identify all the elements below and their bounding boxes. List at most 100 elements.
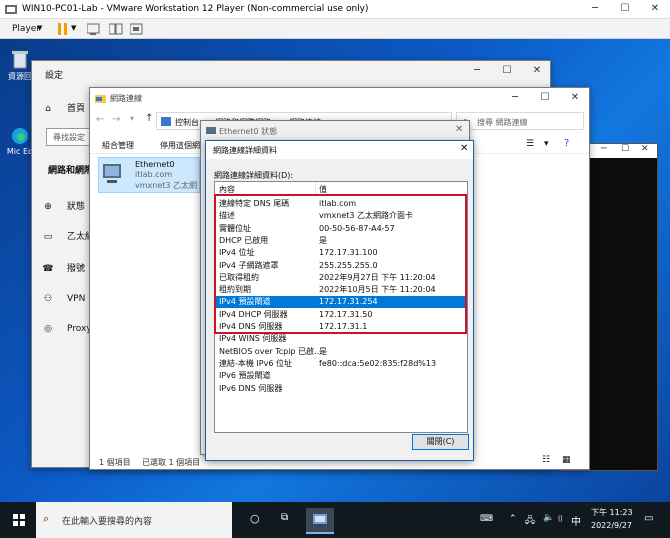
- close-button[interactable]: ✕: [560, 88, 590, 108]
- maximize-button[interactable]: ☐: [621, 144, 629, 154]
- close-button[interactable]: ✕: [522, 61, 552, 81]
- maximize-button[interactable]: ☐: [530, 88, 560, 108]
- details-titlebar: 網路連線詳細資料 ✕: [206, 141, 473, 159]
- adapter-ethernet0[interactable]: Ethernet0 itlab.com vmxnet3 乙太網: [98, 157, 200, 193]
- status-item-count: 1 個項目: [99, 458, 131, 467]
- netconn-title: 網路連線: [110, 94, 142, 103]
- adapter-network: itlab.com: [135, 170, 173, 179]
- settings-title: 設定: [45, 71, 64, 81]
- chevron-down-icon[interactable]: ▾: [130, 114, 134, 123]
- taskbar: ⌕ 在此輸入要搜尋的內容 ○ ⧉ ⌨ ⌃ 🖧 🔈 ⌷ 中 下午 11:23 20…: [0, 502, 670, 538]
- details-row-property: IPv6 DNS 伺服器: [219, 383, 283, 393]
- chevron-down-icon[interactable]: ▼: [71, 24, 76, 32]
- ethernet-icon: ▭: [43, 232, 53, 242]
- details-row-property: IPv4 WINS 伺服器: [219, 334, 287, 344]
- minimize-button[interactable]: ─: [462, 61, 492, 81]
- organize-button[interactable]: 組合管理: [102, 140, 134, 151]
- back-arrow-icon[interactable]: ←: [96, 114, 104, 125]
- sidebar-item-ethernet[interactable]: ▭ 乙太網: [32, 227, 94, 247]
- status-selected-count: 已選取 1 個項目: [142, 458, 201, 467]
- large-icons-view-icon[interactable]: ▦: [562, 455, 571, 465]
- close-button[interactable]: ✕: [640, 0, 670, 19]
- details-row-property: 連結-本機 IPv6 位址: [219, 358, 292, 368]
- netconn-search-input[interactable]: ⌕ 搜尋 網路連線: [456, 112, 584, 130]
- breadcrumb-item[interactable]: 控制台: [175, 117, 199, 128]
- ethernet-status-title: Ethernet0 狀態: [219, 127, 278, 136]
- close-button[interactable]: ✕: [641, 144, 649, 154]
- forward-arrow-icon[interactable]: →: [112, 114, 120, 125]
- network-tray-icon[interactable]: 🖧: [525, 513, 535, 529]
- edge-shortcut[interactable]: Mic Ed: [6, 127, 34, 157]
- sidebar-item-status[interactable]: ⊕ 狀態: [32, 197, 90, 217]
- details-row[interactable]: IPv6 預設閘道: [215, 370, 467, 382]
- volume-icon[interactable]: 🔈: [543, 513, 554, 523]
- vm-manage-icon[interactable]: [87, 23, 100, 35]
- disable-device-button[interactable]: 停用這個網: [160, 140, 200, 151]
- clock-time[interactable]: 下午 11:23: [591, 507, 633, 518]
- taskbar-search-input[interactable]: ⌕ 在此輸入要搜尋的內容: [36, 502, 232, 538]
- windows-start-icon[interactable]: [13, 514, 25, 526]
- details-row-value: 是: [319, 346, 327, 356]
- vpn-icon: ⚇: [43, 294, 53, 304]
- details-row-property: IPv6 預設閘道: [219, 371, 271, 381]
- chevron-down-icon[interactable]: ▼: [37, 24, 42, 32]
- dialup-icon: ☎: [42, 264, 54, 274]
- pause-icon[interactable]: [58, 23, 67, 35]
- edge-label: Mic Ed: [6, 147, 34, 156]
- up-arrow-icon[interactable]: ↑: [145, 113, 153, 124]
- fullscreen-icon[interactable]: [130, 23, 143, 35]
- player-menu[interactable]: Player: [12, 24, 40, 34]
- close-button[interactable]: ✕: [455, 124, 463, 135]
- netconn-search-placeholder: 搜尋 網路連線: [477, 118, 528, 127]
- minimize-button[interactable]: ─: [601, 144, 606, 154]
- settings-home[interactable]: ⌂ 首頁: [32, 99, 90, 119]
- control-panel-icon: [161, 117, 171, 126]
- view-options-icon[interactable]: ☰: [526, 139, 534, 149]
- vmware-logo-icon: [5, 5, 17, 14]
- network-adapter-icon: [206, 127, 216, 134]
- recycle-bin-shortcut[interactable]: 資源回: [6, 49, 34, 82]
- vmware-title: WIN10-PC01-Lab - VMware Workstation 12 P…: [22, 4, 369, 14]
- keyboard-icon[interactable]: ⌨: [480, 514, 493, 524]
- details-dialog: 網路連線詳細資料 ✕ 網路連線詳細資料(D): 內容 值 連線特定 DNS 尾碼…: [205, 140, 474, 461]
- network-connections-icon: [313, 514, 327, 524]
- maximize-button[interactable]: ☐: [492, 61, 522, 81]
- close-dialog-button[interactable]: 關閉(C): [412, 434, 469, 450]
- recycle-bin-icon: [12, 51, 28, 69]
- sidebar-item-vpn[interactable]: ⚇ VPN: [32, 289, 90, 309]
- home-icon: ⌂: [45, 104, 51, 114]
- task-view-icon[interactable]: ⧉: [281, 512, 288, 523]
- taskbar-network-app[interactable]: [306, 508, 334, 534]
- ime-language[interactable]: 中: [571, 513, 581, 528]
- details-row-property: NetBIOS over Tcpip 已啟...: [219, 346, 322, 356]
- sidebar-item-label: 撥號: [67, 264, 86, 274]
- edge-icon: [12, 128, 28, 144]
- settings-home-label: 首頁: [67, 104, 86, 114]
- details-view-icon[interactable]: ☷: [542, 455, 550, 465]
- unity-icon[interactable]: [109, 23, 123, 35]
- minimize-button[interactable]: ─: [580, 0, 610, 19]
- minimize-button[interactable]: ─: [500, 88, 530, 108]
- maximize-button[interactable]: ☐: [610, 0, 640, 19]
- cortana-icon[interactable]: ○: [250, 512, 260, 525]
- clock-date[interactable]: 2022/9/27: [591, 521, 632, 530]
- details-row[interactable]: IPv6 DNS 伺服器: [215, 383, 467, 395]
- notification-icon[interactable]: ▭: [644, 513, 653, 524]
- ime-mode-icon[interactable]: ⌷: [558, 514, 563, 524]
- chevron-up-icon[interactable]: ⌃: [509, 514, 517, 524]
- network-folder-icon: [95, 95, 106, 103]
- close-button[interactable]: ✕: [460, 143, 468, 154]
- help-icon[interactable]: ?: [564, 138, 569, 149]
- recycle-bin-label: 資源回: [8, 72, 32, 81]
- sidebar-item-label: VPN: [67, 294, 86, 304]
- taskbar-search-placeholder: 在此輸入要搜尋的內容: [62, 517, 153, 527]
- sidebar-item-dialup[interactable]: ☎ 撥號: [32, 259, 90, 279]
- chevron-down-icon[interactable]: ▾: [544, 139, 549, 149]
- settings-search-input[interactable]: 尋找設定: [46, 128, 90, 146]
- details-row[interactable]: NetBIOS over Tcpip 已啟... 是: [215, 346, 467, 358]
- details-row[interactable]: 連結-本機 IPv6 位址 fe80::dca:5e02:835:f28d%13: [215, 358, 467, 370]
- details-row[interactable]: IPv4 WINS 伺服器: [215, 333, 467, 345]
- settings-search-placeholder: 尋找設定: [53, 133, 85, 142]
- sidebar-item-proxy[interactable]: ◎ Proxy: [32, 319, 92, 339]
- sidebar-item-label: 狀態: [67, 202, 86, 212]
